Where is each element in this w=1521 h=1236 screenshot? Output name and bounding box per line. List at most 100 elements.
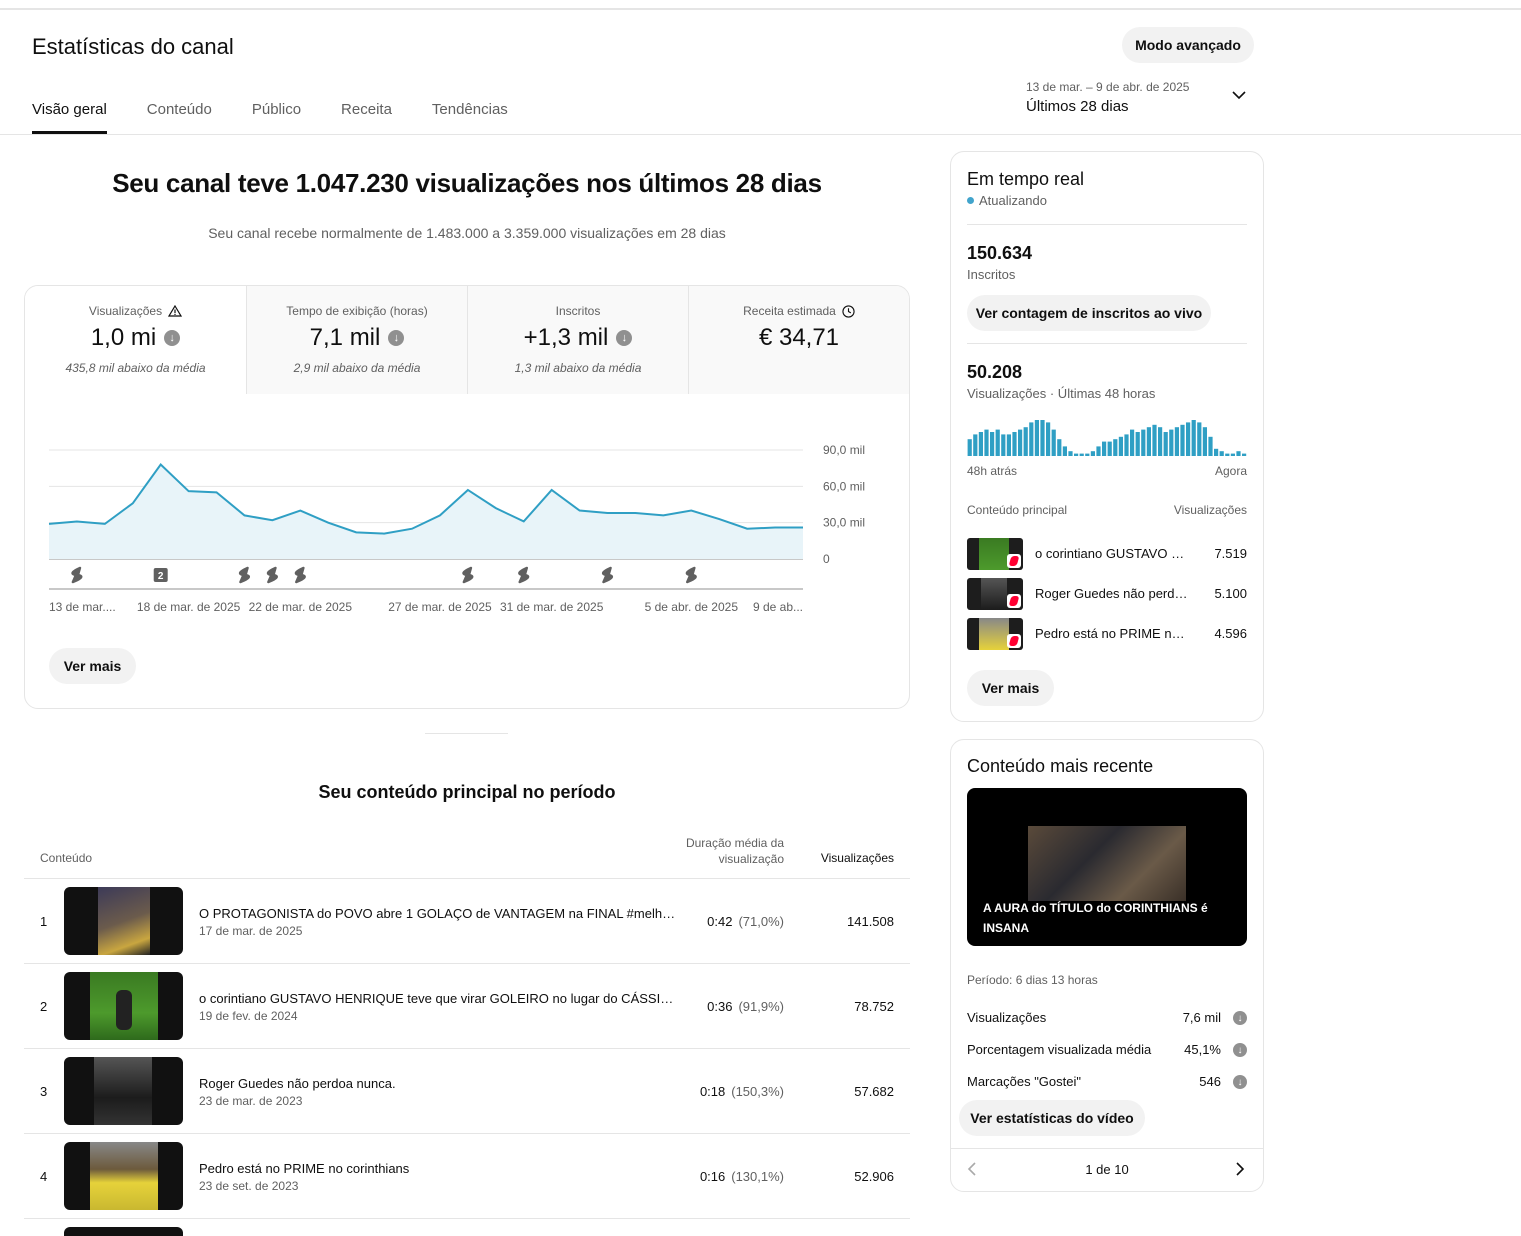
realtime-see-more-button[interactable]: Ver mais xyxy=(967,670,1054,706)
stat-value: 546 xyxy=(1199,1074,1221,1089)
realtime-bar xyxy=(1191,420,1196,456)
tabs-divider xyxy=(0,134,1521,135)
tab-revenue[interactable]: Receita xyxy=(341,90,392,134)
realtime-bar xyxy=(1040,420,1045,456)
video-thumbnail xyxy=(64,972,183,1040)
shorts-icon xyxy=(1007,594,1021,608)
realtime-content-item[interactable]: Roger Guedes não perdoa nunca. 5.100 xyxy=(967,578,1247,610)
see-more-button[interactable]: Ver mais xyxy=(49,648,136,684)
top-content-title: Seu conteúdo principal no período xyxy=(318,782,616,802)
divider xyxy=(967,224,1247,225)
realtime-bar xyxy=(1062,446,1067,456)
advanced-mode-button[interactable]: Modo avançado xyxy=(1122,27,1254,63)
duration-percent: (150,3%) xyxy=(731,1084,784,1099)
metric-value-row: 7,1 mil ↓ xyxy=(247,324,467,352)
arrow-down-icon: ↓ xyxy=(388,330,405,346)
realtime-bar xyxy=(1197,422,1202,456)
item-title: Pedro está no PRIME no corinthians xyxy=(1035,626,1190,641)
x-tick-label: 22 de mar. de 2025 xyxy=(249,600,353,614)
shorts-icon xyxy=(685,566,697,584)
video-date: 17 de mar. de 2025 xyxy=(199,924,303,938)
table-row[interactable]: 2 o corintiano GUSTAVO HENRIQUE teve que… xyxy=(24,964,910,1049)
pager-label: 1 de 10 xyxy=(1085,1162,1129,1177)
table-row[interactable]: 1 O PROTAGONISTA do POVO abre 1 GOLAÇO d… xyxy=(24,879,910,964)
realtime-status: Atualizando xyxy=(967,193,1047,208)
realtime-bar xyxy=(1068,451,1073,456)
realtime-bar xyxy=(1085,453,1090,456)
date-range-label: Últimos 28 dias xyxy=(1026,98,1129,115)
video-stats-button[interactable]: Ver estatísticas do vídeo xyxy=(959,1100,1145,1136)
tab-overview[interactable]: Visão geral xyxy=(32,90,107,134)
tab-audience[interactable]: Público xyxy=(252,90,301,134)
avg-duration: 0:36 (91,9%) xyxy=(707,999,784,1014)
item-views: 5.100 xyxy=(1214,586,1247,601)
metric-value-row: 1,0 mi ↓ xyxy=(25,324,246,352)
row-rank: 4 xyxy=(40,1169,48,1184)
metric-views[interactable]: Visualizações 1,0 mi ↓ 435,8 mil abaixo d… xyxy=(25,286,246,394)
realtime-bar xyxy=(1169,429,1174,456)
realtime-views-count: 50.208 xyxy=(967,362,1023,382)
axis-start-label: 48h atrás xyxy=(967,464,1018,478)
metric-value: € 34,71 xyxy=(758,324,840,351)
table-header: Conteúdo Duração média da visualização V… xyxy=(24,830,910,879)
stat-label: Porcentagem visualizada média xyxy=(967,1042,1152,1057)
shorts-icon xyxy=(71,566,83,584)
axis-end-label: Agora xyxy=(1214,464,1247,478)
shorts-icon xyxy=(294,566,306,584)
metric-label: Inscritos xyxy=(555,304,601,318)
realtime-bar xyxy=(1102,441,1107,456)
realtime-bar xyxy=(990,432,995,456)
realtime-content-item[interactable]: Pedro está no PRIME no corinthians 4.596 xyxy=(967,618,1247,650)
shorts-icon xyxy=(266,566,278,584)
realtime-bar xyxy=(1163,432,1168,456)
metric-revenue[interactable]: Receita estimada € 34,71 xyxy=(688,286,909,394)
table-row-partial[interactable] xyxy=(24,1219,910,1236)
realtime-bar xyxy=(967,439,972,456)
top-border xyxy=(0,8,1521,10)
upload-count-label: 2 xyxy=(158,571,164,582)
recent-content-card: Conteúdo mais recente A AURA do TÍTULO d… xyxy=(950,739,1264,1192)
shorts-icon xyxy=(462,566,474,584)
metric-subscribers[interactable]: Inscritos +1,3 mil ↓ 1,3 mil abaixo da mé… xyxy=(467,286,688,394)
subscriber-count: 150.634 xyxy=(967,243,1033,263)
chevron-right-icon[interactable] xyxy=(1235,1162,1245,1176)
avg-duration: 0:18 (150,3%) xyxy=(700,1084,784,1099)
row-rank: 3 xyxy=(40,1084,48,1099)
realtime-bar xyxy=(1124,434,1129,456)
realtime-bar xyxy=(1230,453,1235,456)
column-header-views[interactable]: Visualizações xyxy=(821,851,894,865)
subscriber-label: Inscritos xyxy=(967,267,1016,282)
video-thumbnail xyxy=(967,578,1023,610)
live-subscriber-count-button[interactable]: Ver contagem de inscritos ao vivo xyxy=(967,295,1211,331)
date-range-picker[interactable]: 13 de mar. – 9 de abr. de 2025 Últimos 2… xyxy=(1026,80,1256,115)
recent-video-thumbnail[interactable]: A AURA do TÍTULO do CORINTHIANS é INSANA xyxy=(967,788,1247,946)
item-title: Roger Guedes não perdoa nunca. xyxy=(1035,586,1190,601)
realtime-bar xyxy=(1202,427,1207,456)
row-views: 78.752 xyxy=(854,999,894,1014)
y-tick-label: 30,0 mil xyxy=(823,516,865,530)
realtime-bar xyxy=(1214,448,1219,456)
metric-note: 1,3 mil abaixo da média xyxy=(514,361,642,375)
table-row[interactable]: 4 Pedro está no PRIME no corinthians 23 … xyxy=(24,1134,910,1219)
metric-note: 2,9 mil abaixo da média xyxy=(293,361,421,375)
status-text: Atualizando xyxy=(979,193,1047,208)
views-chart[interactable]: 90,0 mil 60,0 mil 30,0 mil 0 2 13 de mar.... 1… xyxy=(25,394,910,624)
realtime-bar xyxy=(1186,422,1191,456)
realtime-bar-chart[interactable] xyxy=(967,420,1247,456)
duration-percent: (130,1%) xyxy=(731,1169,784,1184)
realtime-bar xyxy=(1001,434,1006,456)
tab-content[interactable]: Conteúdo xyxy=(147,90,212,134)
tab-trends[interactable]: Tendências xyxy=(432,90,508,134)
stat-value: 7,6 mil xyxy=(1182,1010,1221,1025)
metric-value: +1,3 mil xyxy=(523,324,609,351)
shorts-icon xyxy=(601,566,614,584)
realtime-content-item[interactable]: o corintiano GUSTAVO HENRIQUE teve que v… xyxy=(967,538,1247,570)
shorts-icon xyxy=(1007,634,1021,648)
column-header-duration[interactable]: Duração média da visualização xyxy=(674,835,784,867)
metric-watch-time[interactable]: Tempo de exibição (horas) 7,1 mil ↓ 2,9 m… xyxy=(246,286,467,394)
x-tick-label: 27 de mar. de 2025 xyxy=(388,600,492,614)
y-tick-label: 60,0 mil xyxy=(823,479,865,493)
table-row[interactable]: 3 Roger Guedes não perdoa nunca. 23 de m… xyxy=(24,1049,910,1134)
video-thumbnail xyxy=(64,1227,183,1236)
item-views: 4.596 xyxy=(1214,626,1247,641)
